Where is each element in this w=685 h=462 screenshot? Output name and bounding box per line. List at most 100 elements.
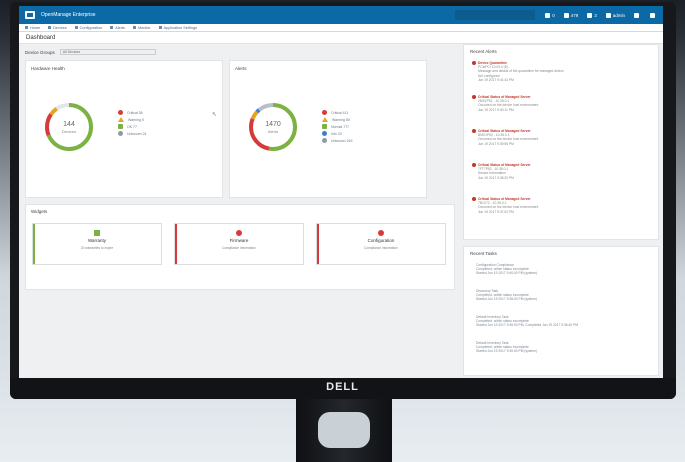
user-icon	[605, 12, 611, 18]
legend-item[interactable]: Critical 411	[322, 109, 352, 116]
top-icon-label: admin	[612, 12, 625, 18]
task-item[interactable]: Discovery Task Completed, within status i…	[476, 289, 537, 302]
nav-item-label: Devices	[53, 25, 67, 30]
top-icon-label: 3	[594, 12, 597, 18]
legend-item[interactable]: Critical 38	[118, 109, 146, 116]
widget-label: Configuration	[367, 238, 395, 243]
app-logo-icon	[25, 11, 35, 19]
top-icon-0[interactable]: 0	[545, 12, 555, 18]
widget-subtitle: Compliance Information	[364, 246, 398, 250]
hardware-health-count-label: Devices	[62, 129, 76, 134]
widget-status-bar	[33, 224, 35, 264]
alert-item[interactable]: Critical Status of Managed Server BMX1P52…	[472, 129, 538, 146]
nav-item-1[interactable]: Devices	[48, 26, 67, 30]
widget-status-bar	[317, 224, 319, 264]
top-bar: OpenManage Enterprise 0 479 3 admin	[19, 6, 663, 24]
grid-icon	[545, 12, 551, 18]
recent-alerts-panel: Recent Alerts Device Quarantine PCIePCI 1…	[463, 44, 659, 240]
nav-item-label: Home	[30, 25, 41, 30]
task-item[interactable]: Default Inventory Task Completed, within …	[476, 341, 537, 354]
devices-icon	[48, 26, 52, 29]
nav-item-0[interactable]: Home	[25, 26, 40, 30]
top-icon-label: 479	[570, 12, 579, 18]
nav-item-3[interactable]: Alerts	[110, 26, 125, 30]
hardware-health-donut[interactable]: 144 Devices	[41, 99, 97, 155]
device-groups-label: Device Groups	[25, 49, 55, 55]
alert-title: Critical Status of Managed Server	[472, 129, 538, 134]
nav-item-5[interactable]: Application Settings	[158, 26, 197, 30]
top-icon-2[interactable]: 3	[587, 12, 597, 18]
widget-subtitle: Compliance Information	[222, 246, 256, 250]
task-icon	[587, 12, 593, 18]
legend-label: Unknown 24	[127, 131, 147, 136]
alert-detail: Occurred on the device host environment	[478, 137, 539, 142]
nav-item-2[interactable]: Configuration	[74, 25, 103, 30]
recent-tasks-title: Recent Tasks	[470, 251, 497, 256]
task-item[interactable]: Configuration Compliance Completed, withi…	[476, 263, 537, 276]
alert-item[interactable]: Critical Status of Managed Server 2MX1P52…	[472, 95, 538, 112]
legend-label: Normal 777	[331, 124, 350, 129]
hardware-health-legend: Critical 38 Warning 5 OK 77 Unknown 24	[118, 109, 146, 137]
widget-subtitle: 20 warranties to expire	[80, 246, 114, 250]
alert-detail: Jun 19 2017 9:39:55 PM	[478, 141, 514, 146]
hardware-health-title: Hardware Health	[31, 66, 65, 71]
alert-item[interactable]: Critical Status of Managed Server 7FT7P52…	[472, 163, 531, 180]
top-icon-4[interactable]	[634, 12, 641, 18]
task-item[interactable]: Default Inventory Task Completed, within …	[476, 315, 578, 328]
widgets-title: Widgets	[31, 209, 48, 214]
top-icon-5[interactable]	[650, 12, 657, 18]
status-triangle-icon	[118, 117, 124, 122]
task-detail: Started Jun 19 2017 9:40:00 PM (system)	[476, 271, 538, 276]
alert-title: Critical Status of Managed Server	[472, 197, 538, 202]
device-groups-select[interactable]: All Devices	[59, 49, 156, 55]
task-detail: Started Jun 19 2017 9:38:00 PM (system)	[476, 297, 538, 302]
monitor-brand-logo: DELL	[326, 381, 359, 393]
search-input[interactable]	[455, 10, 536, 20]
alerts-count: 1470	[265, 121, 281, 128]
warranty-icon	[94, 230, 100, 236]
status-triangle-icon	[322, 117, 328, 122]
alert-title: Critical Status of Managed Server	[472, 95, 538, 100]
alerts-donut[interactable]: 1470 Alerts	[245, 99, 301, 155]
alert-detail: Jun 19 2017 9:38:20 PM	[478, 175, 514, 180]
main-nav: Home Devices Configuration Alerts Monitor App…	[19, 24, 663, 32]
top-icon-1[interactable]: 479	[563, 12, 579, 18]
legend-item[interactable]: Unknown 169	[322, 137, 352, 144]
alert-title: Critical Status of Managed Server	[472, 163, 531, 168]
legend-item[interactable]: Unknown 24	[118, 130, 146, 137]
alert-detail: Jun 19 2017 9:40:11 PM	[478, 107, 514, 112]
alert-item[interactable]: Device Quarantine PCIePCI 12:03:0 (E) Mess…	[472, 61, 564, 82]
alerts-legend: Critical 411 Warning 80 Normal 777 Info 33 U…	[322, 109, 352, 144]
monitor-icon	[132, 26, 136, 29]
widget-card-configuration[interactable]: Configuration Compliance Information	[316, 223, 446, 265]
legend-item[interactable]: OK 77	[118, 123, 146, 130]
legend-item[interactable]: Normal 777	[322, 123, 352, 130]
widget-card-firmware[interactable]: Firmware Compliance Information	[174, 223, 304, 265]
widget-label: Warranty	[87, 238, 107, 243]
recent-alerts-title: Recent Alerts	[470, 49, 497, 54]
page-title-text: Dashboard	[26, 34, 56, 41]
status-circle-icon	[118, 110, 123, 115]
widget-card-warranty[interactable]: Warranty 20 warranties to expire	[32, 223, 162, 265]
legend-item[interactable]: Warning 80	[322, 116, 352, 123]
legend-label: Info 33	[331, 131, 342, 136]
legend-item[interactable]: Warning 5	[118, 116, 146, 123]
cursor-icon: ↖	[212, 112, 218, 118]
top-icon-3[interactable]: admin	[605, 12, 625, 18]
hardware-health-count: 144	[63, 121, 75, 128]
nav-item-4[interactable]: Monitor	[132, 26, 151, 30]
task-detail: Started Jun 19 2017 9:30:00 PM (system)	[476, 349, 538, 354]
recent-tasks-panel: Recent Tasks Configuration Compliance Com…	[463, 246, 659, 376]
legend-label: Warning 80	[332, 117, 350, 122]
nav-item-label: Configuration	[79, 25, 103, 30]
legend-label: OK 77	[127, 124, 137, 129]
status-circle-icon	[322, 131, 327, 136]
alert-item[interactable]: Critical Status of Managed Server 7B1X72 …	[472, 197, 538, 214]
info-icon	[650, 12, 655, 18]
alert-detail: Occurred on the device host environment	[478, 103, 539, 108]
legend-item[interactable]: Info 33	[322, 130, 352, 137]
widget-status-bar	[175, 224, 177, 264]
device-groups-bar: Device Groups All Devices	[25, 46, 453, 58]
configuration-icon	[74, 26, 78, 29]
alert-title: Device Quarantine	[472, 61, 564, 66]
